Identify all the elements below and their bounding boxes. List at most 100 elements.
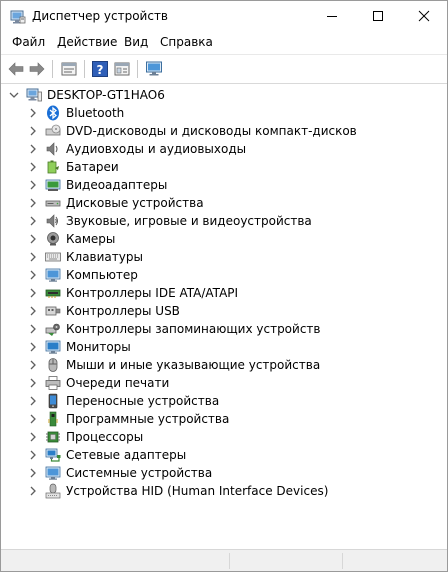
menu-help[interactable]: Справка [160, 35, 213, 49]
minimize-button[interactable] [309, 1, 355, 32]
title-bar[interactable]: Диспетчер устройств [1, 1, 447, 32]
maximize-icon [373, 11, 383, 21]
tree-item-bluetooth[interactable]: Bluetooth [1, 104, 447, 122]
tree-item-label: Звуковые, игровые и видеоустройства [66, 214, 312, 228]
chevron-right-icon[interactable] [28, 468, 38, 478]
tree-item-batteries[interactable]: Батареи [1, 158, 447, 176]
tree-item-audio[interactable]: Аудиовходы и аудиовыходы [1, 140, 447, 158]
minimize-icon [327, 16, 337, 17]
chevron-right-icon[interactable] [28, 324, 38, 334]
menu-bar: Файл Действие Вид Справка [1, 32, 447, 53]
tree-root-label: DESKTOP-GT1HAO6 [47, 88, 165, 102]
tree-item-label: Видеоадаптеры [66, 178, 168, 192]
tree-item-storage-controllers[interactable]: Контроллеры запоминающих устройств [1, 320, 447, 338]
tree-item-label: Сетевые адаптеры [66, 448, 187, 462]
chevron-right-icon[interactable] [28, 288, 38, 298]
close-button[interactable] [401, 1, 447, 32]
device-manager-window: Диспетчер устройств Файл Действие Вид Сп… [0, 0, 448, 572]
chevron-right-icon[interactable] [28, 342, 38, 352]
tree-item-usb-controllers[interactable]: Контроллеры USB [1, 302, 447, 320]
tree-item-label: Камеры [66, 232, 116, 246]
tree-item-computer[interactable]: Компьютер [1, 266, 447, 284]
display-adapter-icon [45, 179, 61, 191]
chevron-right-icon[interactable] [28, 270, 38, 280]
menu-view[interactable]: Вид [124, 35, 148, 49]
chevron-right-icon[interactable] [28, 144, 38, 154]
camera-icon [47, 232, 59, 246]
tree-item-hid-devices[interactable]: Устройства HID (Human Interface Devices) [1, 482, 447, 500]
tree-item-network-adapters[interactable]: Сетевые адаптеры [1, 446, 447, 464]
computer-icon [45, 268, 61, 282]
computer-icon [26, 88, 42, 102]
toolbar-separator [84, 60, 85, 78]
disk-drive-icon [45, 200, 61, 207]
chevron-right-icon[interactable] [28, 162, 38, 172]
monitor-icon[interactable] [145, 60, 163, 78]
tree-item-system-devices[interactable]: Системные устройства [1, 464, 447, 482]
help-icon[interactable]: ? [91, 60, 109, 78]
tree-item-label: Компьютер [66, 268, 138, 282]
speaker-icon [46, 142, 58, 156]
chevron-right-icon[interactable] [28, 486, 38, 496]
tree-item-monitors[interactable]: Мониторы [1, 338, 447, 356]
tree-item-sound[interactable]: Звуковые, игровые и видеоустройства [1, 212, 447, 230]
monitor-icon [45, 340, 61, 354]
tree-item-disk-drives[interactable]: Дисковые устройства [1, 194, 447, 212]
properties-icon[interactable] [60, 60, 78, 78]
window-title: Диспетчер устройств [32, 9, 169, 23]
tree-item-portable-devices[interactable]: Переносные устройства [1, 392, 447, 410]
chevron-down-icon[interactable] [9, 90, 19, 100]
chevron-right-icon[interactable] [28, 252, 38, 262]
back-arrow-icon[interactable] [7, 60, 25, 78]
tree-item-label: Процессоры [66, 430, 144, 444]
tree-item-label: Программные устройства [66, 412, 230, 426]
tree-item-display-adapters[interactable]: Видеоадаптеры [1, 176, 447, 194]
toolbar-separator [137, 60, 138, 78]
tree-item-label: Клавиатуры [66, 250, 143, 264]
menu-file[interactable]: Файл [12, 35, 45, 49]
tree-item-mice[interactable]: Мыши и иные указывающие устройства [1, 356, 447, 374]
forward-arrow-icon[interactable] [28, 60, 46, 78]
tree-item-processors[interactable]: Процессоры [1, 428, 447, 446]
toolbar: ? [1, 54, 447, 84]
battery-icon [47, 160, 59, 174]
portable-device-icon [48, 393, 58, 409]
tree-item-label: Батареи [66, 160, 119, 174]
chevron-right-icon[interactable] [28, 180, 38, 190]
software-device-icon [48, 411, 58, 427]
tree-item-label: Мониторы [66, 340, 131, 354]
chevron-right-icon[interactable] [28, 432, 38, 442]
tree-root[interactable]: DESKTOP-GT1HAO6 [1, 86, 447, 104]
printer-icon [45, 376, 61, 390]
menu-action[interactable]: Действие [57, 35, 117, 49]
bluetooth-icon [47, 105, 59, 121]
chevron-right-icon[interactable] [28, 414, 38, 424]
device-manager-app-icon [10, 10, 26, 24]
sound-device-icon [46, 214, 58, 228]
tree-item-software-devices[interactable]: Программные устройства [1, 410, 447, 428]
chevron-right-icon[interactable] [28, 108, 38, 118]
tree-item-print-queues[interactable]: Очереди печати [1, 374, 447, 392]
chevron-right-icon[interactable] [28, 126, 38, 136]
mouse-icon [48, 358, 58, 372]
tree-item-dvd[interactable]: DVD-дисководы и дисководы компакт-дисков [1, 122, 447, 140]
network-adapter-icon [45, 448, 61, 462]
chevron-right-icon[interactable] [28, 234, 38, 244]
tree-item-label: Bluetooth [66, 106, 125, 120]
chevron-right-icon[interactable] [28, 198, 38, 208]
tree-item-keyboards[interactable]: Клавиатуры [1, 248, 447, 266]
chevron-right-icon[interactable] [28, 306, 38, 316]
chevron-right-icon[interactable] [28, 378, 38, 388]
chevron-right-icon[interactable] [28, 360, 38, 370]
processor-icon [46, 431, 60, 443]
tree-item-cameras[interactable]: Камеры [1, 230, 447, 248]
system-device-icon [45, 466, 61, 480]
chevron-right-icon[interactable] [28, 216, 38, 226]
view-icon[interactable] [113, 60, 131, 78]
maximize-button[interactable] [355, 1, 401, 32]
chevron-right-icon[interactable] [28, 450, 38, 460]
tree-item-ide-controllers[interactable]: Контроллеры IDE ATA/ATAPI [1, 284, 447, 302]
tree-item-label: Мыши и иные указывающие устройства [66, 358, 321, 372]
status-cell [1, 553, 230, 569]
chevron-right-icon[interactable] [28, 396, 38, 406]
